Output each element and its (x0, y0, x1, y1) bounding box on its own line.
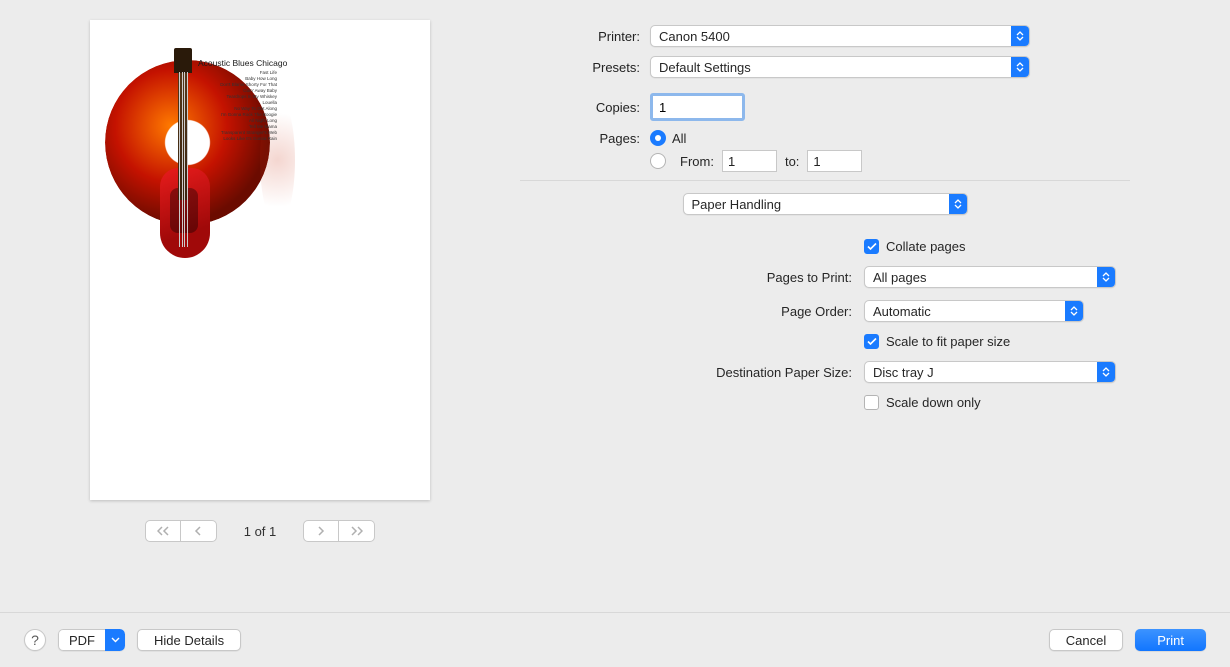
pages-all-radio[interactable] (650, 130, 666, 146)
guitar-graphic (160, 50, 205, 260)
presets-value: Default Settings (651, 60, 1011, 75)
page-order-select[interactable]: Automatic (864, 300, 1084, 322)
pages-to-label: to: (785, 154, 799, 169)
print-preview: Acoustic Blues Chicago Fast LifeBaby How… (90, 20, 430, 500)
scale-fit-row: Scale to fit paper size (520, 334, 1130, 349)
pager-next-button[interactable] (303, 520, 339, 542)
collate-checkbox[interactable] (864, 239, 879, 254)
pages-from-radio[interactable] (650, 153, 666, 169)
preview-pager: 1 of 1 (145, 520, 376, 542)
section-select[interactable]: Paper Handling (683, 193, 968, 215)
pdf-label: PDF (58, 629, 105, 651)
select-arrows-icon (1011, 26, 1029, 46)
settings-pane: Printer: Canon 5400 Presets: Default Set… (520, 20, 1230, 612)
pages-from-label: From: (680, 154, 714, 169)
scale-down-row: Scale down only (520, 395, 1130, 410)
dest-paper-row: Destination Paper Size: Disc tray J (520, 361, 1130, 383)
presets-select[interactable]: Default Settings (650, 56, 1030, 78)
page-order-row: Page Order: Automatic (520, 300, 1130, 322)
copies-label: Copies: (520, 100, 640, 115)
pager-label: 1 of 1 (232, 524, 289, 539)
pages-to-print-value: All pages (865, 270, 1097, 285)
dialog-content: Acoustic Blues Chicago Fast LifeBaby How… (0, 0, 1230, 612)
print-dialog: Acoustic Blues Chicago Fast LifeBaby How… (0, 0, 1230, 667)
dest-paper-label: Destination Paper Size: (520, 365, 852, 380)
dialog-footer: ? PDF Hide Details Cancel Print (0, 612, 1230, 667)
pages-to-input[interactable] (807, 150, 862, 172)
pages-row: Pages: All (520, 130, 1130, 146)
page-order-label: Page Order: (520, 304, 852, 319)
pager-back-group (145, 520, 217, 542)
printer-row: Printer: Canon 5400 (520, 25, 1130, 47)
double-chevron-left-icon (157, 526, 169, 536)
divider (520, 180, 1130, 181)
help-icon: ? (31, 632, 39, 648)
scale-down-label: Scale down only (886, 395, 981, 410)
chevron-left-icon (194, 526, 202, 536)
pager-prev-button[interactable] (181, 520, 217, 542)
scale-fit-checkbox[interactable] (864, 334, 879, 349)
help-button[interactable]: ? (24, 629, 46, 651)
hide-details-button[interactable]: Hide Details (137, 629, 241, 651)
pages-to-print-label: Pages to Print: (520, 270, 852, 285)
printer-label: Printer: (520, 29, 640, 44)
pages-to-print-row: Pages to Print: All pages (520, 266, 1130, 288)
track-list: Fast LifeBaby How LongDon't Blame Shorty… (202, 70, 277, 142)
pages-label: Pages: (520, 131, 640, 146)
select-arrows-icon (1097, 267, 1115, 287)
presets-row: Presets: Default Settings (520, 56, 1130, 78)
copies-row: Copies: (520, 93, 1130, 121)
pages-from-input[interactable] (722, 150, 777, 172)
select-arrows-icon (1011, 57, 1029, 77)
section-value: Paper Handling (684, 197, 949, 212)
pager-last-button[interactable] (339, 520, 375, 542)
pager-fwd-group (303, 520, 375, 542)
dest-paper-select[interactable]: Disc tray J (864, 361, 1116, 383)
printer-value: Canon 5400 (651, 29, 1011, 44)
select-arrows-icon (1065, 301, 1083, 321)
collate-row: Collate pages (520, 239, 1130, 254)
album-title: Acoustic Blues Chicago (198, 58, 287, 68)
pages-from-row: From: to: (650, 150, 1130, 172)
pdf-dropdown-button[interactable]: PDF (58, 629, 125, 651)
double-chevron-right-icon (351, 526, 363, 536)
dest-paper-value: Disc tray J (865, 365, 1097, 380)
pages-all-label: All (672, 131, 686, 146)
print-button[interactable]: Print (1135, 629, 1206, 651)
paper-handling-options: Collate pages Pages to Print: All pages … (520, 239, 1130, 410)
copies-input[interactable] (650, 93, 745, 121)
preview-pane: Acoustic Blues Chicago Fast LifeBaby How… (0, 20, 520, 612)
presets-label: Presets: (520, 60, 640, 75)
track-item: Looks Like It's Gonna Rain (202, 136, 277, 142)
scale-fit-label: Scale to fit paper size (886, 334, 1010, 349)
chevron-right-icon (317, 526, 325, 536)
select-arrows-icon (949, 194, 967, 214)
select-arrows-icon (1097, 362, 1115, 382)
collate-label: Collate pages (886, 239, 966, 254)
page-order-value: Automatic (865, 304, 1065, 319)
section-row: Paper Handling (520, 193, 1130, 215)
printer-select[interactable]: Canon 5400 (650, 25, 1030, 47)
pages-to-print-select[interactable]: All pages (864, 266, 1116, 288)
pager-first-button[interactable] (145, 520, 181, 542)
scale-down-checkbox[interactable] (864, 395, 879, 410)
chevron-down-icon (105, 629, 125, 651)
cancel-button[interactable]: Cancel (1049, 629, 1123, 651)
